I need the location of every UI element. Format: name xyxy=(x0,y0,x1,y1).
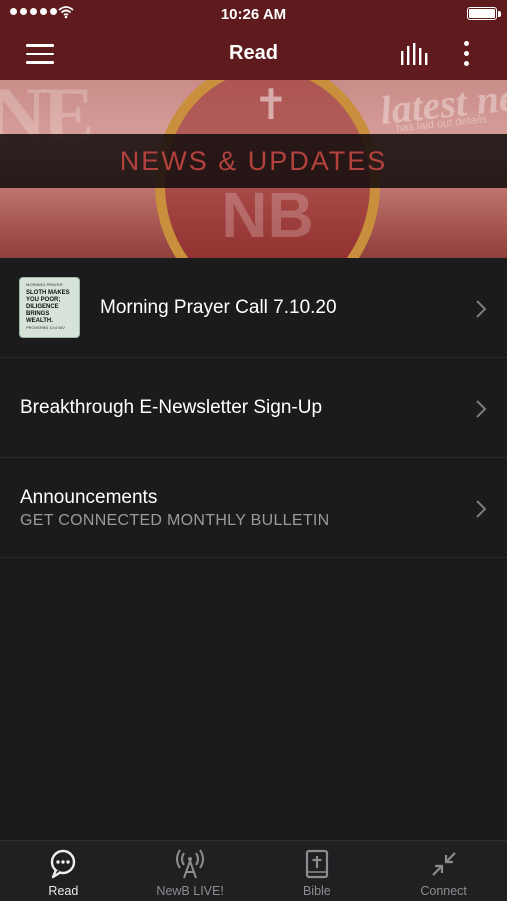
news-banner[interactable]: NE ✝ NB latest ne has laid out details N… xyxy=(0,80,507,258)
status-bar: 10:26 AM xyxy=(0,0,507,28)
chevron-right-icon xyxy=(476,400,487,418)
broadcast-antenna-icon xyxy=(176,849,205,879)
tab-newb-live[interactable]: NewB LIVE! xyxy=(127,841,254,901)
chevron-right-icon xyxy=(476,500,487,518)
tab-label: Connect xyxy=(420,884,467,898)
tab-read[interactable]: Read xyxy=(0,841,127,901)
cross-icon: ✝ xyxy=(253,81,289,128)
list-item-subtitle: GET CONNECTED MONTHLY BULLETIN xyxy=(20,512,330,529)
list-item-title: Breakthrough E-Newsletter Sign-Up xyxy=(20,397,323,418)
thumbnail-headline: SLOTH MAKES YOU POOR; DILIGENCE BRINGS W… xyxy=(26,290,70,324)
list-item-title: Announcements xyxy=(20,487,158,508)
tab-label: Bible xyxy=(302,884,331,898)
tab-bar: Read NewB LIVE! Bible Connect xyxy=(0,840,507,901)
tab-label: Read xyxy=(48,884,79,898)
bible-icon xyxy=(305,849,328,879)
content-list: MORNING PRAYER SLOTH MAKES YOU POOR; DIL… xyxy=(0,258,507,558)
battery-tip xyxy=(498,11,501,17)
thumbnail-footer: PROVERBS 10:4 NIV xyxy=(26,325,65,330)
tab-label: NewB LIVE! xyxy=(156,884,224,898)
banner-logo-text: NB xyxy=(221,179,314,251)
collapse-arrows-icon xyxy=(431,852,456,876)
tab-bible[interactable]: Bible xyxy=(254,841,381,901)
more-options-icon[interactable] xyxy=(462,41,472,71)
thumbnail-caption: MORNING PRAYER xyxy=(26,282,63,287)
page-title: Read xyxy=(229,42,278,64)
list-item[interactable]: Announcements GET CONNECTED MONTHLY BULL… xyxy=(0,458,507,558)
list-item[interactable]: MORNING PRAYER SLOTH MAKES YOU POOR; DIL… xyxy=(0,258,507,358)
status-time: 10:26 AM xyxy=(220,6,287,23)
list-item[interactable]: Breakthrough E-Newsletter Sign-Up xyxy=(0,358,507,458)
battery-icon xyxy=(467,7,497,20)
item-thumbnail: MORNING PRAYER SLOTH MAKES YOU POOR; DIL… xyxy=(19,277,80,338)
tab-connect[interactable]: Connect xyxy=(380,841,507,901)
audio-bars-icon[interactable] xyxy=(400,43,430,65)
banner-label: NEWS & UPDATES xyxy=(119,146,388,176)
nav-bar: Read xyxy=(0,28,507,80)
chevron-right-icon xyxy=(476,300,487,318)
chat-bubble-icon xyxy=(51,849,76,879)
banner-strip: NEWS & UPDATES xyxy=(0,134,507,188)
list-item-title: Morning Prayer Call 7.10.20 xyxy=(100,297,337,318)
